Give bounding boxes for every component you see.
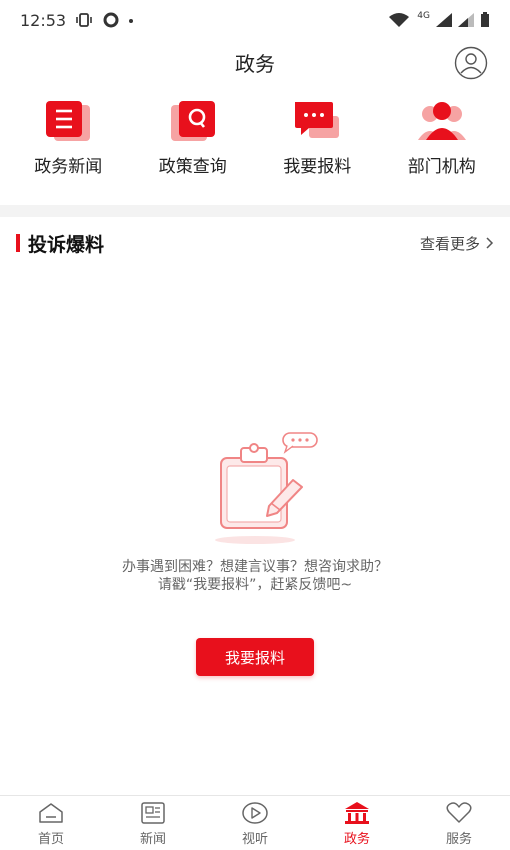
sync-app-icon <box>103 12 119 28</box>
signal-2-icon <box>458 13 474 27</box>
tab-label-service: 服务 <box>445 832 472 847</box>
section-header: 投诉爆料 查看更多 <box>0 227 510 259</box>
empty-clipboard-icon <box>215 432 318 544</box>
tab-label-home: 首页 <box>37 832 64 847</box>
tab-label-news: 新闻 <box>139 832 166 847</box>
newspaper-icon <box>141 802 165 824</box>
policy-search-icon <box>170 101 215 141</box>
tab-media[interactable]: 视听 <box>204 796 306 850</box>
nav-item-policy[interactable]: 政策查询 <box>133 98 253 188</box>
signal-icon <box>436 13 452 27</box>
battery-icon <box>481 12 489 27</box>
empty-state-line-2: 请戳“我要报料”，赶紧反馈吧~ <box>157 577 353 593</box>
section-divider <box>0 205 510 217</box>
nav-label-policy: 政策查询 <box>158 157 227 177</box>
tab-label-media: 视听 <box>241 832 268 847</box>
network-type-label: 4G <box>417 11 430 21</box>
heart-icon <box>446 802 472 823</box>
page-title: 政务 <box>235 52 275 76</box>
department-people-icon <box>417 102 466 140</box>
section-title: 投诉爆料 <box>28 233 105 256</box>
home-icon <box>39 803 63 823</box>
tab-government[interactable]: 政务 <box>306 796 408 850</box>
chat-report-icon <box>295 102 340 138</box>
play-icon <box>242 802 268 824</box>
user-icon <box>454 46 488 80</box>
tab-service[interactable]: 服务 <box>408 796 510 850</box>
nav-item-news[interactable]: 政务新闻 <box>8 98 128 188</box>
tab-home[interactable]: 首页 <box>0 796 102 850</box>
wifi-icon <box>389 13 410 27</box>
app-header: 政务 <box>0 40 510 85</box>
nav-label-report: 我要报料 <box>283 157 352 177</box>
profile-button[interactable] <box>454 46 488 80</box>
chevron-right-icon <box>486 237 494 249</box>
nav-item-departments[interactable]: 部门机构 <box>382 98 502 188</box>
nav-label-departments: 部门机构 <box>407 157 476 177</box>
quick-nav: 政务新闻 政策查询 我要报料 部门机构 <box>0 98 510 188</box>
empty-state-line-1: 办事遇到困难？想建言议事？想咨询求助？ <box>122 559 388 575</box>
tab-news[interactable]: 新闻 <box>102 796 204 850</box>
view-more-label: 查看更多 <box>419 234 480 253</box>
bottom-tab-bar: 首页 新闻 视听 政务 服务 <box>0 795 510 850</box>
tab-label-government: 政务 <box>343 832 370 847</box>
nav-label-news: 政务新闻 <box>34 157 103 177</box>
government-building-icon <box>345 802 369 824</box>
report-button[interactable]: 我要报料 <box>196 638 314 676</box>
section-accent-bar <box>16 234 20 252</box>
nav-item-report[interactable]: 我要报料 <box>257 98 377 188</box>
news-list-icon <box>46 101 91 141</box>
view-more-link[interactable]: 查看更多 <box>420 233 494 254</box>
status-bar: 12:53 4G <box>0 0 510 40</box>
notification-dot-icon <box>129 19 134 23</box>
status-time: 12:53 <box>20 10 67 30</box>
vibrate-icon <box>76 13 92 27</box>
